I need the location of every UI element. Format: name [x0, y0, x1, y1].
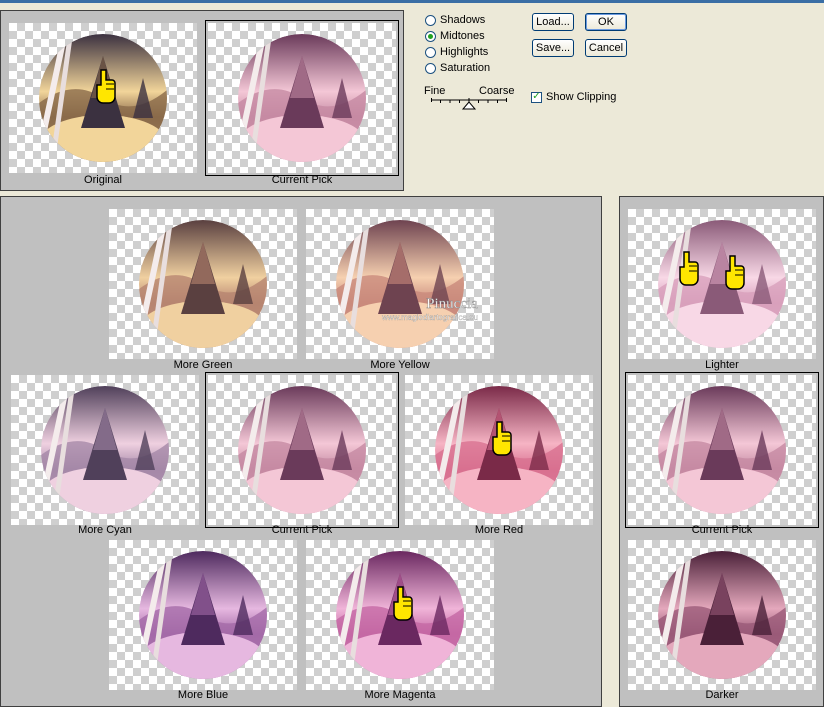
thumb-current-pick-preview: [205, 20, 399, 176]
radio-midtones-label: Midtones: [440, 30, 485, 42]
radio-saturation-indicator[interactable]: [425, 62, 436, 74]
radio-midtones-indicator[interactable]: [425, 30, 436, 42]
radio-highlights-label: Highlights: [440, 46, 489, 58]
label-more-yellow: More Yellow: [370, 359, 430, 371]
label-lighter: Lighter: [705, 359, 739, 371]
load-button[interactable]: Load...: [532, 13, 574, 31]
slider-coarse-label: Coarse: [479, 85, 515, 97]
thumb-more-cyan[interactable]: [11, 375, 199, 525]
label-darker: Darker: [705, 689, 739, 701]
label-more-red: More Red: [474, 524, 524, 536]
show-clipping-label: Show Clipping: [546, 91, 617, 103]
thumb-more-red[interactable]: [405, 375, 593, 525]
label-current-pick-brightness: Current Pick: [691, 524, 753, 536]
cancel-button[interactable]: Cancel: [585, 39, 627, 57]
radio-shadows-indicator[interactable]: [425, 14, 436, 26]
radio-saturation[interactable]: Saturation: [425, 62, 490, 74]
preview-panel: Original Current Pick: [0, 10, 404, 191]
thumb-darker[interactable]: [628, 540, 816, 690]
radio-midtones[interactable]: Midtones: [425, 30, 485, 42]
ok-button[interactable]: OK: [585, 13, 627, 31]
thumb-current-pick-brightness: [625, 372, 819, 528]
color-variations-panel: More Green Pinuccia www.magiediartegrafic…: [0, 196, 602, 707]
thumb-lighter[interactable]: [628, 209, 816, 359]
watermark-name: Pinuccia: [426, 296, 478, 312]
slider-thumb: [461, 101, 477, 110]
watermark-url: www.magiediartegrafica.eu: [381, 313, 478, 322]
show-clipping-check-icon[interactable]: ✓: [531, 91, 542, 103]
label-original: Original: [84, 174, 122, 186]
radio-highlights[interactable]: Highlights: [425, 46, 488, 58]
label-more-magenta: More Magenta: [364, 689, 436, 701]
brightness-panel: Lighter Current Pick Darker: [619, 196, 824, 707]
radio-shadows-label: Shadows: [440, 14, 486, 26]
label-more-blue: More Blue: [177, 689, 229, 701]
thumb-more-green[interactable]: [109, 209, 297, 359]
label-current-pick-color: Current Pick: [271, 524, 333, 536]
label-more-green: More Green: [173, 359, 233, 371]
title-bar-edge: [0, 0, 824, 3]
radio-shadows[interactable]: Shadows: [425, 14, 485, 26]
radio-highlights-indicator[interactable]: [425, 46, 436, 58]
label-more-cyan: More Cyan: [78, 524, 132, 536]
show-clipping-checkbox[interactable]: ✓ Show Clipping: [531, 91, 616, 103]
thumb-more-yellow[interactable]: Pinuccia www.magiediartegrafica.eu: [306, 209, 494, 359]
fine-coarse-slider[interactable]: [431, 98, 507, 110]
thumb-more-blue[interactable]: [109, 540, 297, 690]
thumb-original[interactable]: [9, 23, 197, 173]
thumb-current-pick-color: [205, 372, 399, 528]
label-current-pick-preview: Current Pick: [271, 174, 333, 186]
save-button[interactable]: Save...: [532, 39, 574, 57]
thumb-more-magenta[interactable]: [306, 540, 494, 690]
slider-fine-label: Fine: [424, 85, 446, 97]
radio-saturation-label: Saturation: [440, 62, 491, 74]
